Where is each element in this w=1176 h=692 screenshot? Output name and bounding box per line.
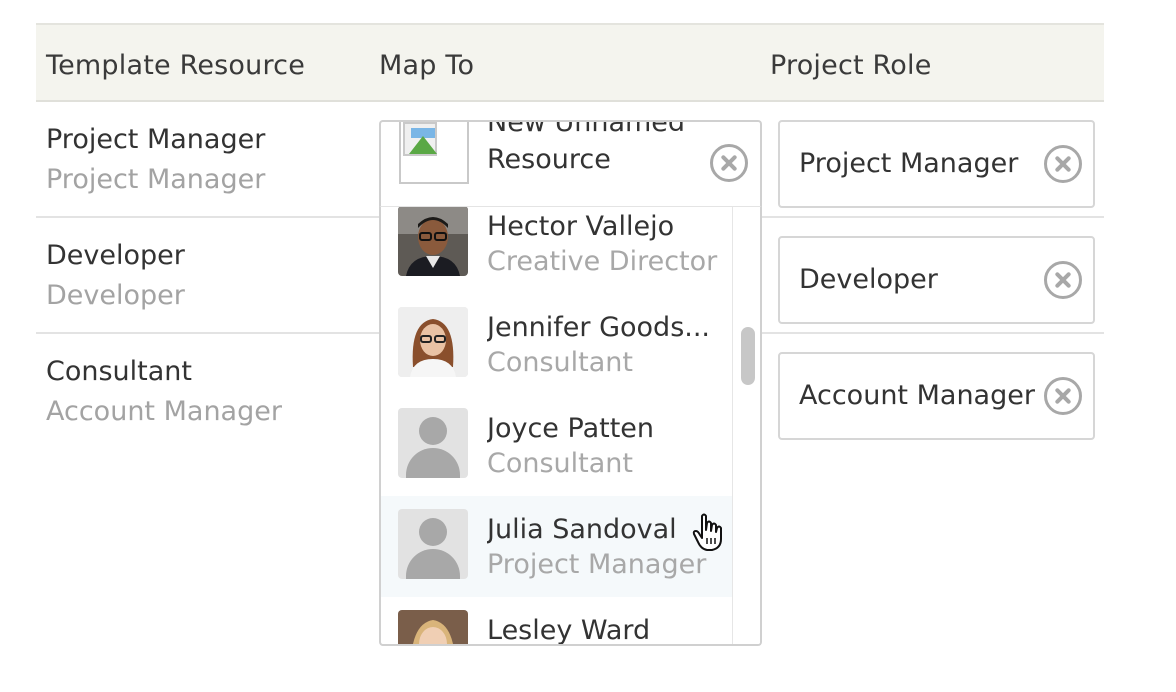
project-role-value: Developer bbox=[799, 264, 938, 295]
list-item[interactable]: Hector Vallejo Creative Director bbox=[381, 207, 732, 294]
clear-icon[interactable] bbox=[1044, 145, 1082, 183]
option-name: Hector Vallejo bbox=[487, 211, 675, 242]
avatar bbox=[398, 207, 468, 276]
project-role-value: Account Manager bbox=[799, 380, 1035, 411]
map-to-dropdown[interactable]: Hector Vallejo Creative Director Jennife… bbox=[379, 206, 762, 646]
project-role-select[interactable]: Account Manager bbox=[778, 352, 1095, 440]
header-map-to: Map To bbox=[379, 50, 475, 81]
option-name: Jennifer Goods... bbox=[487, 312, 711, 343]
template-resource-name: Project Manager bbox=[46, 124, 266, 155]
option-name: Lesley Ward bbox=[487, 615, 651, 646]
list-item[interactable]: Jennifer Goods... Consultant bbox=[381, 294, 732, 395]
clear-icon[interactable] bbox=[1044, 377, 1082, 415]
template-resource-name: Developer bbox=[46, 240, 185, 271]
project-role-value: Project Manager bbox=[799, 148, 1019, 179]
table-header: Template Resource Map To Project Role bbox=[36, 25, 1104, 102]
scrollbar-thumb[interactable] bbox=[741, 327, 755, 385]
template-resource-role: Project Manager bbox=[46, 164, 266, 195]
resource-option-list: Hector Vallejo Creative Director Jennife… bbox=[381, 207, 732, 646]
option-name: Julia Sandoval bbox=[487, 514, 677, 545]
avatar bbox=[398, 610, 468, 644]
option-role: Consultant bbox=[487, 448, 633, 479]
option-role: Creative Director bbox=[487, 246, 718, 277]
template-resource-name: Consultant bbox=[46, 356, 192, 387]
list-item[interactable]: Lesley Ward bbox=[381, 597, 732, 646]
dropdown-scrollbar[interactable] bbox=[732, 207, 760, 644]
clear-icon[interactable] bbox=[710, 144, 748, 182]
broken-image-icon bbox=[399, 122, 469, 184]
map-to-select[interactable]: New Unnamed Resource bbox=[379, 120, 762, 206]
template-resource-role: Account Manager bbox=[46, 396, 282, 427]
clear-icon[interactable] bbox=[1044, 261, 1082, 299]
option-name: Joyce Patten bbox=[487, 413, 655, 444]
option-role: Consultant bbox=[487, 347, 633, 378]
avatar bbox=[398, 307, 468, 377]
project-role-select[interactable]: Developer bbox=[778, 236, 1095, 324]
header-project-role: Project Role bbox=[770, 50, 932, 81]
list-item[interactable]: Joyce Patten Consultant bbox=[381, 395, 732, 496]
list-item[interactable]: Julia Sandoval Project Manager bbox=[381, 496, 732, 597]
user-placeholder-icon bbox=[398, 408, 468, 478]
option-role: Project Manager bbox=[487, 549, 707, 580]
hand-cursor-icon bbox=[692, 513, 722, 551]
map-to-selected-value: New Unnamed Resource bbox=[487, 120, 686, 175]
project-role-select[interactable]: Project Manager bbox=[778, 120, 1095, 208]
user-placeholder-icon bbox=[398, 509, 468, 579]
header-template-resource: Template Resource bbox=[46, 50, 306, 81]
template-resource-role: Developer bbox=[46, 280, 185, 311]
